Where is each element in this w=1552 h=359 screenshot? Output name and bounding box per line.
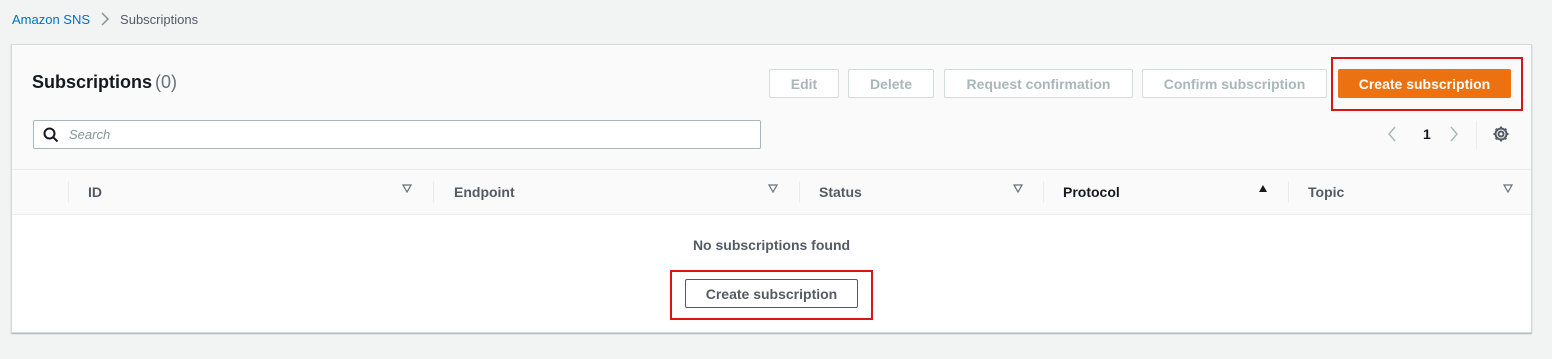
breadcrumb: Amazon SNS Subscriptions: [12, 10, 198, 28]
sort-up-icon[interactable]: [1258, 184, 1268, 193]
column-divider: [68, 181, 69, 203]
confirm-subscription-button[interactable]: Confirm subscription: [1142, 69, 1327, 98]
page-title: Subscriptions (0): [32, 72, 177, 93]
column-header-label: Endpoint: [454, 184, 515, 200]
column-header-endpoint[interactable]: Endpoint: [454, 170, 515, 214]
column-divider: [1288, 181, 1289, 203]
page-title-text: Subscriptions: [32, 72, 153, 92]
search-input[interactable]: [67, 126, 721, 143]
column-header-protocol[interactable]: Protocol: [1063, 170, 1120, 214]
column-header-label: Protocol: [1063, 184, 1120, 200]
highlight-box: [670, 270, 873, 320]
highlight-box: [1331, 57, 1523, 111]
column-header-label: Status: [819, 184, 862, 200]
column-header-status[interactable]: Status: [819, 170, 862, 214]
column-header-id[interactable]: ID: [88, 170, 102, 214]
column-divider: [799, 181, 800, 203]
sort-down-icon[interactable]: [1013, 184, 1023, 193]
current-page-number[interactable]: 1: [1423, 123, 1431, 145]
subscription-count: (0): [155, 72, 178, 92]
column-header-label: Topic: [1308, 184, 1345, 200]
chevron-left-icon: [1387, 126, 1397, 142]
gear-icon: [1492, 125, 1510, 143]
chevron-right-icon: [100, 12, 110, 26]
sort-down-icon[interactable]: [402, 184, 412, 193]
column-header-topic[interactable]: Topic: [1308, 170, 1344, 214]
chevron-right-icon: [1449, 126, 1459, 142]
previous-page-button[interactable]: [1387, 123, 1397, 145]
column-divider: [433, 181, 434, 203]
breadcrumb-current: Subscriptions: [120, 11, 199, 27]
settings-button[interactable]: [1492, 125, 1510, 143]
table-header: ID Endpoint Status Protocol Topic: [12, 169, 1531, 215]
pagination-divider: [1476, 121, 1477, 149]
sort-down-icon[interactable]: [1503, 184, 1513, 193]
empty-state-text: No subscriptions found: [692, 237, 851, 253]
column-divider: [1043, 181, 1044, 203]
edit-button[interactable]: Edit: [769, 69, 839, 98]
search-icon: [43, 127, 59, 143]
column-header-label: ID: [88, 184, 102, 200]
breadcrumb-link-amazon-sns[interactable]: Amazon SNS: [12, 12, 90, 27]
delete-button[interactable]: Delete: [848, 69, 934, 98]
request-confirmation-button[interactable]: Request confirmation: [944, 69, 1133, 98]
search-box: [33, 120, 761, 149]
sort-down-icon[interactable]: [768, 184, 778, 193]
next-page-button[interactable]: [1449, 123, 1459, 145]
